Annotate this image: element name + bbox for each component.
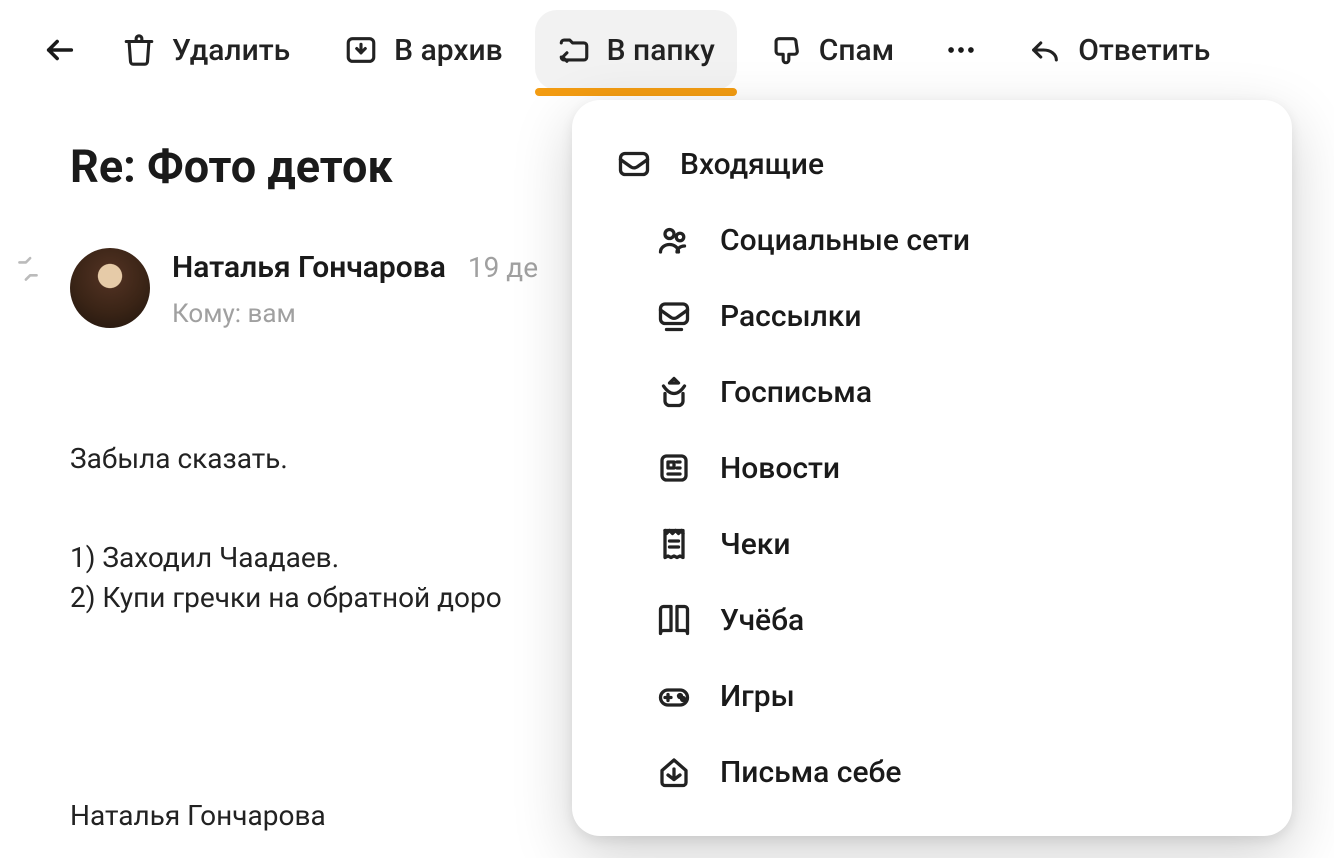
folder-item-gov[interactable]: Госписьма [572, 354, 1292, 430]
archive-label: В архив [394, 33, 502, 68]
reply-label: Ответить [1078, 33, 1210, 68]
folder-label: Учёба [720, 603, 804, 638]
reply-button[interactable]: Ответить [1006, 10, 1232, 90]
email-date: 19 де [468, 251, 538, 284]
folder-label: Чеки [720, 527, 791, 562]
folder-dropdown: Входящие Социальные сети Рассылки Госпис… [572, 100, 1292, 836]
folder-item-games[interactable]: Игры [572, 658, 1292, 734]
archive-icon [344, 33, 378, 67]
thumbs-down-icon [769, 33, 803, 67]
gov-icon [656, 374, 692, 410]
receipt-icon [656, 526, 692, 562]
delete-button[interactable]: Удалить [100, 10, 312, 90]
thread-arrows-icon [15, 256, 41, 286]
folder-label: Игры [720, 679, 795, 714]
mailings-icon [656, 298, 692, 334]
sender-info: Наталья Гончарова 19 де Кому: вам [172, 248, 538, 329]
news-icon [656, 450, 692, 486]
arrow-left-icon [43, 33, 77, 67]
folder-label: Новости [720, 451, 840, 486]
folder-item-self[interactable]: Письма себе [572, 734, 1292, 810]
trash-icon [122, 33, 156, 67]
book-icon [656, 602, 692, 638]
folder-move-icon [557, 33, 591, 67]
folder-item-receipts[interactable]: Чеки [572, 506, 1292, 582]
back-button[interactable] [30, 20, 90, 80]
more-button[interactable] [926, 15, 996, 85]
folder-item-mailings[interactable]: Рассылки [572, 278, 1292, 354]
reply-icon [1028, 33, 1062, 67]
delete-label: Удалить [172, 33, 290, 68]
folder-item-social[interactable]: Социальные сети [572, 202, 1292, 278]
folder-item-news[interactable]: Новости [572, 430, 1292, 506]
gamepad-icon [656, 678, 692, 714]
spam-label: Спам [819, 33, 894, 68]
inbox-icon [616, 146, 652, 182]
avatar[interactable] [70, 248, 150, 328]
folder-label: Рассылки [720, 299, 862, 334]
folder-label: Госписьма [720, 375, 872, 410]
folder-label: Социальные сети [720, 223, 970, 258]
dots-icon [944, 33, 978, 67]
folder-item-inbox[interactable]: Входящие [572, 126, 1292, 202]
sender-name[interactable]: Наталья Гончарова [172, 250, 446, 285]
people-icon [656, 222, 692, 258]
folder-label: Входящие [680, 147, 824, 182]
archive-button[interactable]: В архив [322, 10, 524, 90]
spam-button[interactable]: Спам [747, 10, 916, 90]
home-mail-icon [656, 754, 692, 790]
toolbar: Удалить В архив В папку Спам Ответить [0, 0, 1334, 100]
folder-item-study[interactable]: Учёба [572, 582, 1292, 658]
folder-label: Письма себе [720, 755, 901, 790]
recipient-line[interactable]: Кому: вам [172, 299, 538, 329]
move-label: В папку [607, 33, 715, 68]
move-to-folder-button[interactable]: В папку [535, 10, 737, 90]
